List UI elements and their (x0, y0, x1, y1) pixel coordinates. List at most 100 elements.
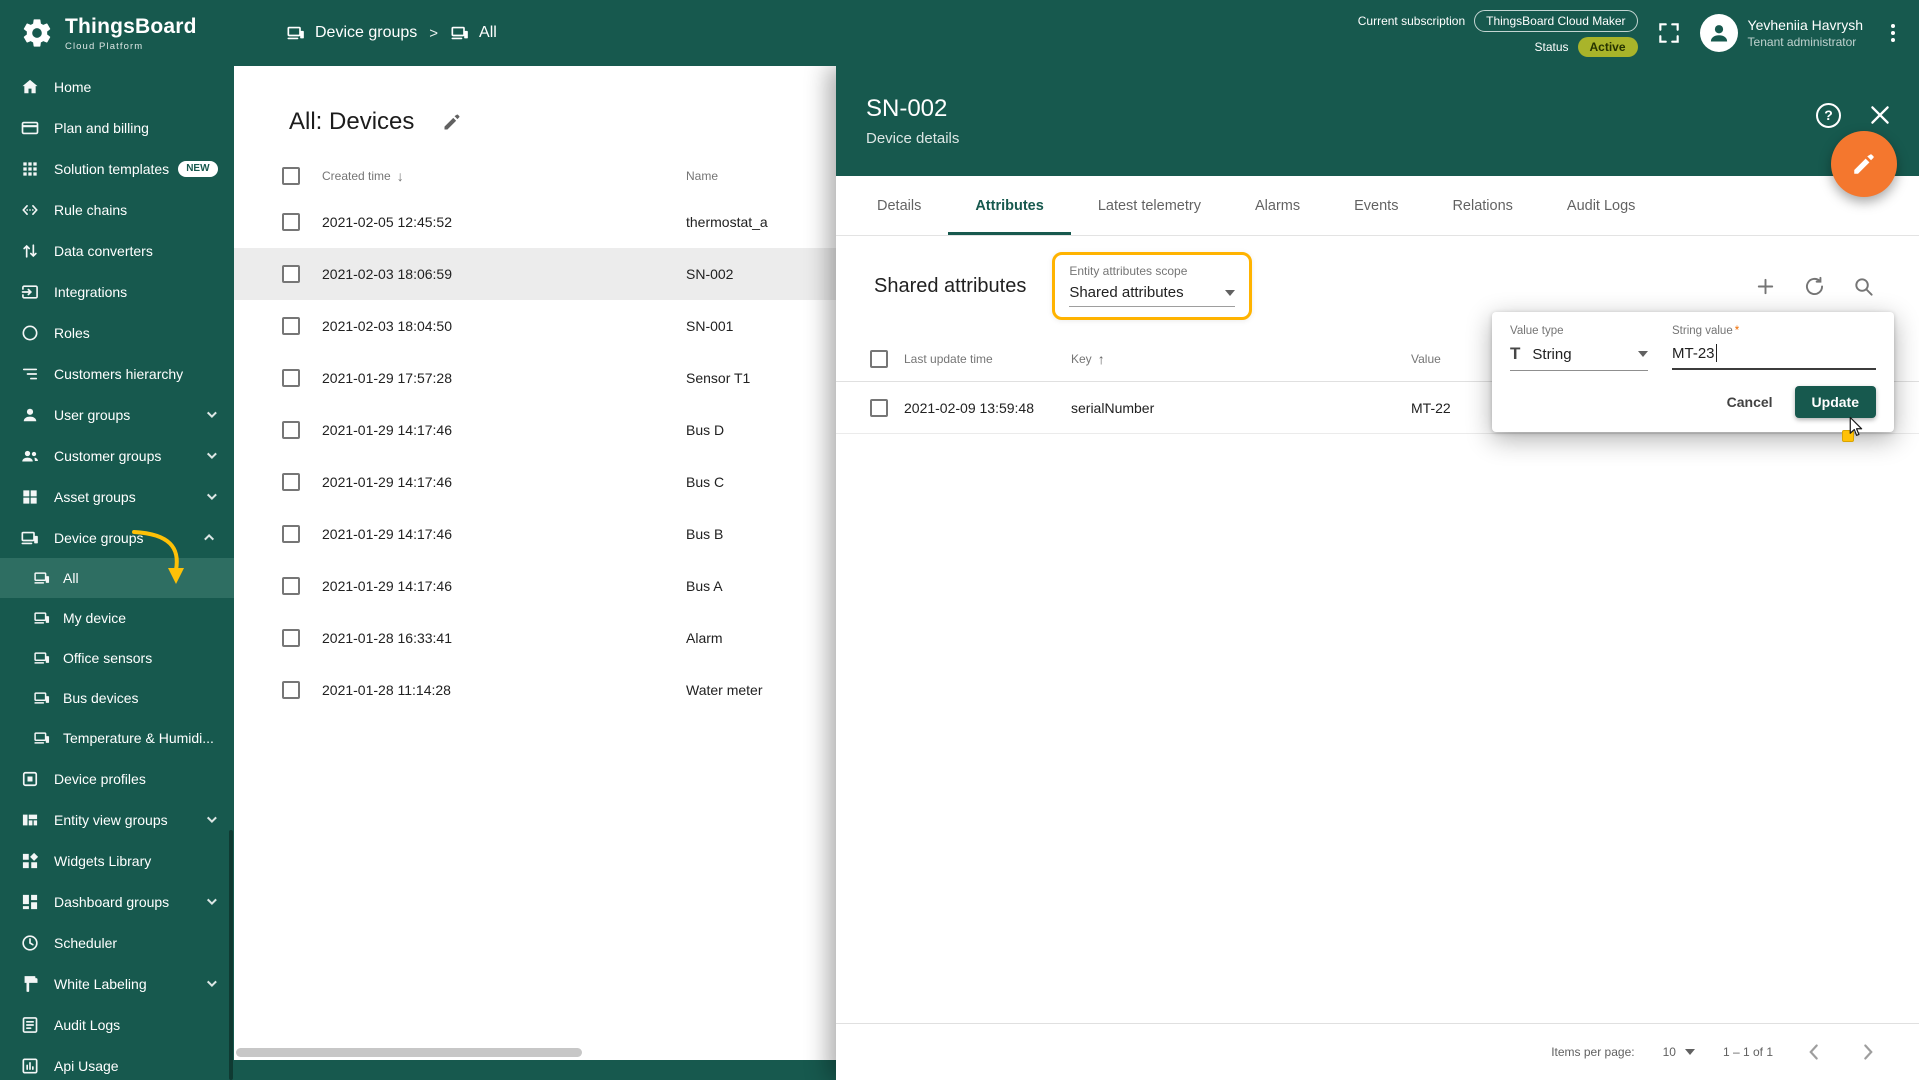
next-page-button[interactable] (1855, 1039, 1881, 1065)
row-checkbox[interactable] (282, 473, 300, 491)
sidebar-item-rule-chains[interactable]: Rule chains (0, 189, 234, 230)
sidebar-item-integrations[interactable]: Integrations (0, 271, 234, 312)
user-text: Yevheniia Havrysh Tenant administrator (1748, 17, 1863, 49)
table-row[interactable]: 2021-01-29 14:17:46 Bus D (234, 404, 836, 456)
table-row[interactable]: 2021-01-28 11:14:28 Water meter (234, 664, 836, 716)
row-checkbox[interactable] (282, 577, 300, 595)
cancel-button[interactable]: Cancel (1713, 386, 1787, 418)
input-icon (21, 284, 38, 299)
sidebar-item-label: Scheduler (54, 934, 118, 951)
sidebar-item-label: Entity view groups (54, 811, 168, 828)
sidebar-subitem-all[interactable]: All (0, 558, 234, 598)
more-menu-button[interactable] (1881, 21, 1905, 45)
user-menu[interactable]: Yevheniia Havrysh Tenant administrator (1699, 14, 1863, 52)
edit-title-button[interactable] (442, 112, 462, 132)
row-checkbox[interactable] (282, 369, 300, 387)
tab-details[interactable]: Details (850, 176, 948, 235)
breadcrumb-device-groups[interactable]: Device groups (286, 23, 417, 43)
sidebar-item-dashboard-groups[interactable]: Dashboard groups (0, 881, 234, 922)
tab-alarms[interactable]: Alarms (1228, 176, 1327, 235)
sidebar-item-user-groups[interactable]: User groups (0, 394, 234, 435)
row-checkbox[interactable] (282, 629, 300, 647)
sidebar-item-api-usage[interactable]: Api Usage (0, 1045, 234, 1080)
column-last-update-time[interactable]: Last update time (904, 352, 993, 366)
tab-latest-telemetry[interactable]: Latest telemetry (1071, 176, 1228, 235)
row-checkbox[interactable] (282, 265, 300, 283)
sidebar-item-widgets-library[interactable]: Widgets Library (0, 840, 234, 881)
sidebar-scrollbar[interactable] (229, 830, 233, 1080)
items-per-page-select[interactable]: 10 (1663, 1045, 1695, 1059)
tab-relations[interactable]: Relations (1425, 176, 1539, 235)
sidebar-subitem-bus-devices[interactable]: Bus devices (0, 678, 234, 718)
sidebar-item-customers-hierarchy[interactable]: Customers hierarchy (0, 353, 234, 394)
help-button[interactable]: ? (1816, 102, 1841, 128)
sidebar-item-customer-groups[interactable]: Customer groups (0, 435, 234, 476)
add-attribute-button[interactable] (1754, 275, 1777, 298)
row-checkbox[interactable] (282, 213, 300, 231)
scrollbar-thumb[interactable] (236, 1048, 582, 1057)
table-row[interactable]: 2021-01-29 17:57:28 Sensor T1 (234, 352, 836, 404)
row-checkbox[interactable] (282, 317, 300, 335)
sidebar-item-home[interactable]: Home (0, 66, 234, 107)
close-button[interactable] (1867, 102, 1893, 128)
tab-events[interactable]: Events (1327, 176, 1425, 235)
sidebar-item-label: Customers hierarchy (54, 365, 184, 382)
table-row[interactable]: 2021-01-28 16:33:41 Alarm (234, 612, 836, 664)
table-row[interactable]: 2021-02-05 12:45:52 thermostat_a (234, 196, 836, 248)
tab-audit-logs[interactable]: Audit Logs (1540, 176, 1663, 235)
column-key[interactable]: Key (1071, 352, 1092, 366)
previous-page-button[interactable] (1801, 1039, 1827, 1065)
row-checkbox[interactable] (870, 398, 888, 417)
sidebar-subitem-temperature-humidity[interactable]: Temperature & Humidi... (0, 718, 234, 758)
drawer-subtitle: Device details (866, 130, 960, 147)
sidebar-item-data-converters[interactable]: Data converters (0, 230, 234, 271)
sidebar-item-entity-view-groups[interactable]: Entity view groups (0, 799, 234, 840)
sidebar-subitem-office-sensors[interactable]: Office sensors (0, 638, 234, 678)
value-type-field[interactable]: Value type T String (1510, 325, 1648, 371)
table-row[interactable]: 2021-01-29 14:17:46 Bus C (234, 456, 836, 508)
row-checkbox[interactable] (282, 681, 300, 699)
row-checkbox[interactable] (282, 421, 300, 439)
search-button[interactable] (1852, 275, 1875, 298)
table-row[interactable]: 2021-01-29 14:17:46 Bus B (234, 508, 836, 560)
string-value-input[interactable]: MT-23 (1672, 345, 1715, 362)
sidebar-item-asset-groups[interactable]: Asset groups (0, 476, 234, 517)
table-row[interactable]: 2021-02-03 18:04:50 SN-001 (234, 300, 836, 352)
sort-asc-icon[interactable]: ↑ (1098, 351, 1105, 367)
row-checkbox[interactable] (282, 525, 300, 543)
sidebar-item-plan-and-billing[interactable]: Plan and billing (0, 107, 234, 148)
sidebar-item-device-groups[interactable]: Device groups (0, 517, 234, 558)
fullscreen-button[interactable] (1656, 20, 1682, 46)
sidebar-item-roles[interactable]: Roles (0, 312, 234, 353)
sidebar-item-audit-logs[interactable]: Audit Logs (0, 1004, 234, 1045)
sidebar-item-scheduler[interactable]: Scheduler (0, 922, 234, 963)
app-logo[interactable]: ThingsBoard Cloud Platform (0, 15, 234, 52)
update-button[interactable]: Update (1794, 386, 1876, 418)
table-row[interactable]: 2021-01-29 14:17:46 Bus A (234, 560, 836, 612)
subscription-label: Current subscription (1357, 13, 1466, 28)
column-value[interactable]: Value (1411, 352, 1441, 366)
column-created-time[interactable]: Created time (322, 169, 391, 183)
horizontal-scrollbar[interactable] (236, 1048, 832, 1057)
breadcrumb-all[interactable]: All (450, 23, 497, 43)
tab-attributes[interactable]: Attributes (948, 176, 1072, 235)
sidebar-item-white-labeling[interactable]: White Labeling (0, 963, 234, 1004)
sidebar-item-label: Api Usage (54, 1057, 119, 1074)
cell-name: Sensor T1 (686, 370, 751, 386)
sidebar-item-solution-templates[interactable]: Solution templates NEW (0, 148, 234, 189)
edit-fab-button[interactable] (1831, 131, 1897, 197)
select-all-checkbox[interactable] (282, 167, 300, 185)
column-name[interactable]: Name (686, 169, 718, 183)
sort-desc-icon[interactable]: ↓ (397, 168, 404, 184)
sidebar-item-device-profiles[interactable]: Device profiles (0, 758, 234, 799)
refresh-button[interactable] (1803, 275, 1826, 298)
select-all-checkbox[interactable] (870, 349, 888, 368)
cursor-arrow-icon (1849, 416, 1863, 436)
sidebar-subitem-my-device[interactable]: My device (0, 598, 234, 638)
cell-value[interactable]: MT-22 (1411, 400, 1451, 416)
subscription-chip[interactable]: ThingsBoard Cloud Maker (1474, 9, 1638, 32)
string-value-field[interactable]: String value * MT-23 (1672, 325, 1876, 371)
user-icon (23, 408, 37, 421)
entity-attributes-scope-select[interactable]: Entity attributes scope Shared attribute… (1052, 252, 1253, 320)
table-row-selected[interactable]: 2021-02-03 18:06:59 SN-002 (234, 248, 836, 300)
